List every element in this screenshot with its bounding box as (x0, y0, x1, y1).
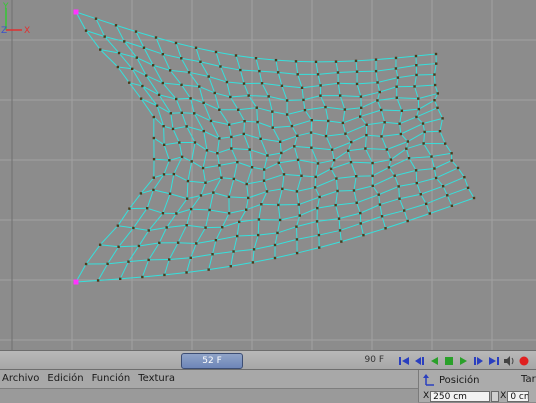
viewport-grid (0, 0, 536, 350)
menu-funcion[interactable]: Función (90, 370, 137, 388)
menu-archivo[interactable]: Archivo (0, 370, 45, 388)
corner-handle-top-left[interactable] (74, 10, 79, 15)
size-label: Tar (521, 372, 536, 388)
timeline-bar[interactable]: 52 F 90 F (0, 350, 536, 370)
play-reverse-icon (428, 356, 440, 366)
3d-viewport[interactable]: Y X Z (0, 0, 536, 350)
size-x-axis-label: X (500, 391, 506, 401)
position-x-row: X 250 cm X 0 cm (423, 390, 529, 402)
mesh-points[interactable] (75, 11, 475, 283)
corner-handle-bottom-left[interactable] (74, 280, 79, 285)
step-back-button[interactable] (412, 353, 426, 368)
cloth-mesh[interactable] (76, 12, 474, 282)
step-forward-icon (473, 356, 485, 366)
go-start-icon (398, 356, 410, 366)
viewport-canvas[interactable] (0, 0, 536, 350)
stop-icon (443, 356, 455, 366)
step-back-icon (413, 356, 425, 366)
x-axis-label: X (423, 391, 429, 401)
coordinates-panel: Posición Tar X 250 cm X 0 cm (418, 370, 536, 402)
position-x-input[interactable]: 250 cm (430, 391, 490, 402)
z-axis-label: Z (1, 26, 7, 36)
transport-controls (397, 353, 531, 368)
play-reverse-button[interactable] (427, 353, 441, 368)
x-axis-label: X (24, 26, 30, 36)
stop-button[interactable] (442, 353, 456, 368)
axis-gizmo: Y X Z (0, 0, 40, 40)
move-icon (423, 374, 435, 386)
position-label: Posición (439, 375, 480, 386)
go-start-button[interactable] (397, 353, 411, 368)
step-forward-button[interactable] (472, 353, 486, 368)
go-end-button[interactable] (487, 353, 501, 368)
menu-edicion[interactable]: Edición (45, 370, 89, 388)
y-axis-label: Y (2, 2, 9, 12)
sound-button[interactable] (502, 353, 516, 368)
size-x-input[interactable]: 0 cm (507, 391, 529, 402)
record-icon (518, 356, 530, 366)
position-x-stepper[interactable] (491, 391, 499, 402)
end-frame-label: 90 F (354, 354, 384, 367)
sound-icon (503, 356, 515, 366)
record-button[interactable] (517, 353, 531, 368)
material-manager-area (0, 388, 418, 403)
menu-bar: Archivo Edición Función Textura (0, 370, 418, 388)
play-button[interactable] (457, 353, 471, 368)
position-header: Posición (423, 372, 480, 388)
go-end-icon (488, 356, 500, 366)
play-icon (458, 356, 470, 366)
current-frame-slider[interactable]: 52 F (181, 353, 243, 369)
menu-textura[interactable]: Textura (136, 370, 181, 388)
